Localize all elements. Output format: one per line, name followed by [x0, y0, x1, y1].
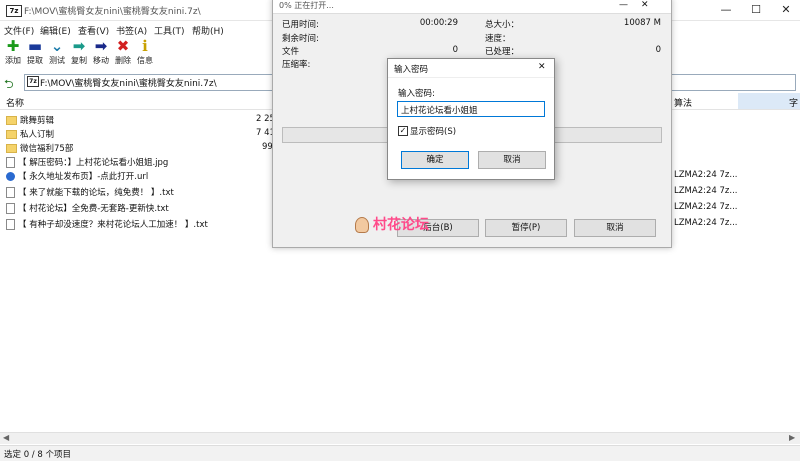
- total-size-value: 10087 M: [623, 18, 661, 28]
- file-method: LZMA2:24 7z...: [674, 202, 738, 212]
- text-file-icon: [6, 187, 15, 198]
- scroll-left-icon[interactable]: ◀: [3, 433, 9, 442]
- file-method: LZMA2:24 7z...: [674, 218, 738, 228]
- speed-label: 速度：: [485, 34, 511, 44]
- folder-icon: [6, 130, 17, 139]
- password-input[interactable]: 上村花论坛看小姐姐: [397, 101, 545, 117]
- menu-view[interactable]: 查看(V): [78, 24, 109, 37]
- file-name: 【 来了就能下载的论坛，纯免费！ 】.txt: [18, 188, 174, 198]
- file-name: 跳舞剪辑: [20, 116, 55, 126]
- file-name: 私人订制: [20, 130, 55, 140]
- scroll-right-icon[interactable]: ▶: [789, 433, 795, 442]
- info-icon: ℹ: [142, 37, 148, 55]
- info-label: 信息: [137, 56, 153, 65]
- password-title-bar: 输入密码 ✕: [388, 59, 554, 78]
- text-file-icon: [6, 219, 15, 230]
- show-password-checkbox[interactable]: ✓: [398, 126, 408, 136]
- text-file-icon: [6, 203, 15, 214]
- copy-arrow-icon: ➡: [72, 37, 86, 55]
- folder-icon: [6, 144, 17, 153]
- horizontal-scrollbar[interactable]: ◀ ▶: [0, 432, 800, 444]
- address-path: F:\MOV\蜜桃臀女友nini\蜜桃臀女友nini.7z\: [40, 79, 217, 89]
- cancel-button[interactable]: 取消: [478, 151, 546, 169]
- password-close-icon[interactable]: ✕: [538, 62, 546, 72]
- column-name[interactable]: 名称: [6, 96, 24, 109]
- column-method[interactable]: 算法: [674, 96, 692, 109]
- column-extra[interactable]: 字: [789, 96, 798, 109]
- ok-button[interactable]: 确定: [401, 151, 469, 169]
- files-value: 0: [452, 45, 458, 55]
- ratio-label: 压缩率:: [282, 60, 311, 70]
- file-name: 【 村花论坛】全免费-无套路-更新快.txt: [18, 204, 169, 214]
- status-bar: 选定 0 / 8 个项目: [0, 445, 800, 461]
- menu-tools[interactable]: 工具(T): [154, 24, 185, 37]
- minus-icon: ▬: [27, 37, 43, 55]
- file-name: 微信福利75部: [20, 144, 74, 154]
- archive-icon: 7z: [27, 76, 39, 87]
- password-label: 输入密码:: [398, 89, 435, 99]
- progress-close-button[interactable]: ✕: [641, 0, 649, 10]
- close-button[interactable]: ✕: [772, 0, 800, 20]
- file-method: LZMA2:24 7z...: [674, 170, 738, 180]
- elapsed-value: 00:00:29: [419, 18, 458, 28]
- maximize-button[interactable]: ☐: [742, 0, 770, 20]
- show-password-label: 显示密码(S): [410, 127, 457, 137]
- password-value: 上村花论坛看小姐姐: [401, 106, 478, 116]
- progress-title: 0% 正在打开...: [279, 1, 334, 10]
- file-method: LZMA2:24 7z...: [674, 186, 738, 196]
- file-name: 【 永久地址发布页】-点此打开.url: [18, 172, 149, 182]
- menu-help[interactable]: 帮助(H): [192, 24, 224, 37]
- watermark-text: 村花论坛: [373, 217, 429, 233]
- password-dialog-title: 输入密码: [394, 65, 429, 75]
- avatar-icon: [355, 217, 369, 233]
- delete-icon: ✖: [116, 37, 130, 55]
- move-arrow-icon: ➡: [94, 37, 108, 55]
- files-label: 文件: [282, 47, 300, 57]
- password-dialog: 输入密码 ✕ 输入密码: 上村花论坛看小姐姐 ✓ 显示密码(S) 确定 取消: [387, 58, 555, 180]
- file-name: 【 有种子却没速度？来村花论坛人工加速！ 】.txt: [18, 220, 208, 230]
- status-text: 选定 0 / 8 个项目: [4, 450, 71, 460]
- watermark-logo: 村花论坛: [355, 214, 429, 234]
- menu-bookmarks[interactable]: 书签(A): [116, 24, 147, 37]
- remaining-label: 剩余时间:: [282, 34, 319, 44]
- check-icon: ⌄: [50, 37, 64, 55]
- progress-minimize-button[interactable]: —: [619, 0, 628, 10]
- plus-icon: ✚: [6, 37, 20, 55]
- total-size-label: 总大小：: [485, 20, 520, 30]
- image-file-icon: [6, 157, 15, 168]
- window-title: F:\MOV\蜜桃臀女友nini\蜜桃臀女友nini.7z\: [24, 7, 201, 17]
- processed-value: 0: [655, 45, 661, 55]
- info-button[interactable]: ℹ 信息: [134, 37, 156, 69]
- app-logo-icon: 7z: [6, 5, 22, 17]
- pause-button[interactable]: 暂停(P): [485, 219, 567, 237]
- minimize-button[interactable]: —: [712, 0, 740, 20]
- globe-icon: [6, 172, 15, 181]
- menu-edit[interactable]: 编辑(E): [40, 24, 71, 37]
- file-name: 【 解压密码：】上村花论坛看小姐姐.jpg: [18, 158, 169, 168]
- menu-file[interactable]: 文件(F): [4, 24, 34, 37]
- cancel-progress-button[interactable]: 取消: [574, 219, 656, 237]
- elapsed-label: 已用时间:: [282, 20, 319, 30]
- progress-title-bar: 0% 正在打开... — ✕: [273, 0, 671, 14]
- folder-icon: [6, 116, 17, 125]
- processed-label: 已处理：: [485, 47, 520, 57]
